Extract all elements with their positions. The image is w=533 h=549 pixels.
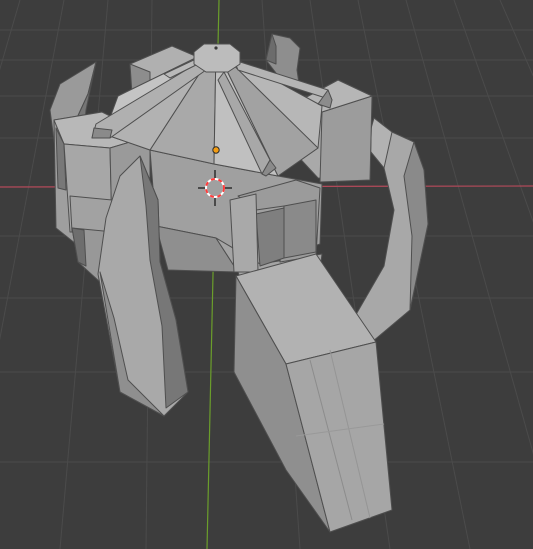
roof-cap[interactable] <box>193 43 241 73</box>
viewport-canvas[interactable] <box>0 0 533 549</box>
object-origin-dot[interactable] <box>212 146 220 154</box>
3d-viewport[interactable] <box>0 0 533 549</box>
